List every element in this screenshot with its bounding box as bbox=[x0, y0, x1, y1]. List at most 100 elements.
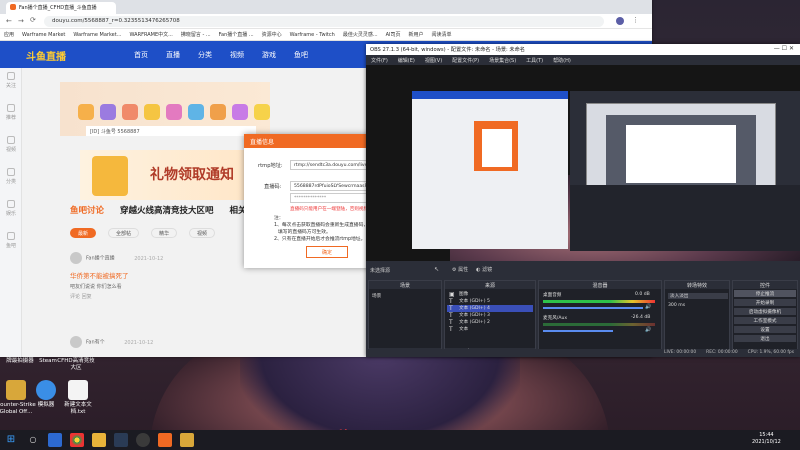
virtual-camera-button[interactable]: 启动虚拟摄像机 bbox=[734, 308, 796, 315]
nav-home[interactable]: 首页 bbox=[134, 50, 148, 60]
menu-view[interactable]: 视图(V) bbox=[425, 57, 442, 64]
browser-tab[interactable]: Fan播个直播_CFHD直播_斗鱼直播 bbox=[6, 2, 116, 14]
source-item[interactable]: T 文本 bbox=[447, 326, 533, 333]
back-arrow-icon[interactable]: ← bbox=[6, 17, 12, 25]
taskbar-clock[interactable]: 15:44 2021/10/12 bbox=[752, 432, 781, 445]
forward-arrow-icon[interactable]: → bbox=[18, 17, 24, 25]
scene-item[interactable]: 场景 bbox=[372, 293, 381, 299]
chrome-icon[interactable] bbox=[70, 433, 84, 447]
bookmark-item[interactable]: Warframe Market... bbox=[73, 32, 121, 38]
reload-icon[interactable]: ⟳ bbox=[30, 16, 36, 24]
tab-fish-discussion[interactable]: 鱼吧讨论 bbox=[70, 204, 104, 216]
bookmark-item[interactable]: 资源中心 bbox=[262, 31, 282, 38]
sidebar-item-entertainment[interactable]: 娱乐 bbox=[0, 200, 22, 228]
sticker-icon[interactable] bbox=[254, 104, 270, 120]
source-item[interactable]: T 文本 (GDI+) 5 bbox=[447, 298, 533, 305]
sticker-icon[interactable] bbox=[210, 104, 226, 120]
tab-cf-section[interactable]: 穿越火线高清竞技大区吧 bbox=[120, 204, 214, 216]
confirm-button[interactable]: 确定 bbox=[306, 246, 348, 258]
window-controls-icon[interactable]: — ☐ ✕ bbox=[774, 45, 794, 52]
sticker-icon[interactable] bbox=[166, 104, 182, 120]
sticker-icon[interactable] bbox=[232, 104, 248, 120]
settings-button[interactable]: 设置 bbox=[734, 326, 796, 333]
post-user: Fan播个直播 bbox=[86, 255, 115, 262]
source-item[interactable]: T 文本 (GDI+) 3 bbox=[447, 312, 533, 319]
bookmark-item[interactable]: 最佳火灵灵感... bbox=[343, 31, 378, 38]
bookmark-item[interactable]: 新用户 bbox=[409, 31, 424, 38]
start-recording-button[interactable]: 开始录制 bbox=[734, 299, 796, 306]
image-source-icon: ▣ bbox=[449, 291, 455, 298]
source-item[interactable]: ▣ 图像 bbox=[447, 291, 533, 298]
sticker-icon[interactable] bbox=[122, 104, 138, 120]
filter-latest[interactable]: 最新 bbox=[70, 228, 97, 238]
douyu-logo[interactable]: 斗鱼直播 bbox=[26, 48, 66, 63]
folder-icon[interactable] bbox=[92, 433, 106, 447]
nav-yuba[interactable]: 鱼吧 bbox=[294, 50, 308, 60]
bookmark-item[interactable]: Warframe - Twitch bbox=[290, 32, 335, 38]
menu-help[interactable]: 帮助(H) bbox=[553, 57, 571, 64]
filter-video[interactable]: 视频 bbox=[189, 228, 216, 238]
speaker-icon[interactable]: 🔊 bbox=[645, 304, 651, 310]
emulator-icon bbox=[36, 380, 56, 400]
obs-icon[interactable] bbox=[136, 433, 150, 447]
csgo-taskbar-icon[interactable] bbox=[180, 433, 194, 447]
menu-profile[interactable]: 配置文件(P) bbox=[452, 57, 479, 64]
volume-slider[interactable] bbox=[543, 307, 643, 309]
sidebar-item-follow[interactable]: 关注 bbox=[0, 72, 22, 100]
steam-icon[interactable] bbox=[114, 433, 128, 447]
douyu-icon[interactable] bbox=[158, 433, 172, 447]
post-title[interactable]: 华侨第不能被搞死了 bbox=[70, 270, 250, 280]
menu-tools[interactable]: 工具(T) bbox=[526, 57, 543, 64]
nav-video[interactable]: 视频 bbox=[230, 50, 244, 60]
stop-stream-button[interactable]: 停止推流 bbox=[734, 290, 796, 297]
post-time: 2021-10-12 bbox=[124, 339, 154, 346]
properties-button[interactable]: ⚙ 属性 bbox=[452, 266, 468, 273]
nav-category[interactable]: 分类 bbox=[198, 50, 212, 60]
sidebar-item-category[interactable]: 分类 bbox=[0, 168, 22, 196]
volume-slider[interactable] bbox=[543, 330, 613, 332]
bookmark-item[interactable]: 阅读清单 bbox=[432, 31, 452, 38]
obs-preview[interactable] bbox=[366, 65, 800, 261]
bookmarks-bar: 应用 Warframe Market Warframe Market... WA… bbox=[0, 29, 652, 41]
sticker-icon[interactable] bbox=[78, 104, 94, 120]
exit-button[interactable]: 退出 bbox=[734, 335, 796, 342]
bookmark-item[interactable]: 拂晓留言 - ... bbox=[181, 31, 211, 38]
nav-live[interactable]: 直播 bbox=[166, 50, 180, 60]
source-item[interactable]: T 文本 (GDI+) 2 bbox=[447, 319, 533, 326]
sidebar-item-recommend[interactable]: 推荐 bbox=[0, 104, 22, 132]
nav-games[interactable]: 游戏 bbox=[262, 50, 276, 60]
bookmark-item[interactable]: AI司页 bbox=[386, 31, 401, 38]
filter-featured[interactable]: 精华 bbox=[151, 228, 178, 238]
filters-button[interactable]: ◐ 滤镜 bbox=[476, 266, 492, 273]
bookmark-item[interactable]: Fan播个直播 ... bbox=[219, 31, 254, 38]
source-item[interactable]: T 文本 (GDI+) 4 bbox=[447, 305, 533, 312]
bookmark-item[interactable]: Warframe Market bbox=[22, 32, 65, 38]
desktop-icon-textfile[interactable]: 新建文本文档.txt bbox=[58, 380, 98, 415]
url-input[interactable]: douyu.com/5568887_r=0.3235513476265708 bbox=[44, 16, 604, 27]
sidebar-item-video[interactable]: 视频 bbox=[0, 136, 22, 164]
profile-avatar[interactable] bbox=[616, 17, 624, 25]
bookmark-item[interactable]: 应用 bbox=[4, 31, 14, 38]
sidebar-item-yuba[interactable]: 鱼吧 bbox=[0, 232, 22, 260]
sticker-icon[interactable] bbox=[100, 104, 116, 120]
sticker-icon[interactable] bbox=[144, 104, 160, 120]
bookmark-item[interactable]: WARFRAME中文... bbox=[130, 31, 173, 38]
desktop-icon-cfhd[interactable]: CFHD高清竞技大区 bbox=[56, 358, 96, 371]
menu-edit[interactable]: 编辑(E) bbox=[398, 57, 415, 64]
menu-scene-collection[interactable]: 场景集合(S) bbox=[489, 57, 516, 64]
studio-mode-button[interactable]: 工作室模式 bbox=[734, 317, 796, 324]
browser-menu-icon[interactable]: ⋮ bbox=[632, 16, 639, 24]
windows-start-icon[interactable]: ⊞ bbox=[4, 433, 18, 447]
preview-dialog-body bbox=[482, 129, 512, 167]
search-icon[interactable]: ○ bbox=[26, 433, 40, 447]
transition-select[interactable]: 淡入淡出 bbox=[668, 293, 728, 299]
file-explorer-icon[interactable] bbox=[48, 433, 62, 447]
menu-file[interactable]: 文件(F) bbox=[371, 57, 388, 64]
transition-duration[interactable]: 300 ms bbox=[668, 303, 685, 308]
filter-all[interactable]: 全部帖 bbox=[108, 228, 140, 238]
list-item[interactable]: Fan播个直播 2021-10-12 华侨第不能被搞死了 吧友们说说 你们怎么看… bbox=[70, 252, 250, 300]
mixer-channel-db: -26.4 dB bbox=[631, 315, 651, 320]
list-item[interactable]: Fan有个 2021-10-12 bbox=[70, 336, 250, 348]
speaker-icon[interactable]: 🔊 bbox=[645, 327, 651, 333]
sticker-icon[interactable] bbox=[188, 104, 204, 120]
